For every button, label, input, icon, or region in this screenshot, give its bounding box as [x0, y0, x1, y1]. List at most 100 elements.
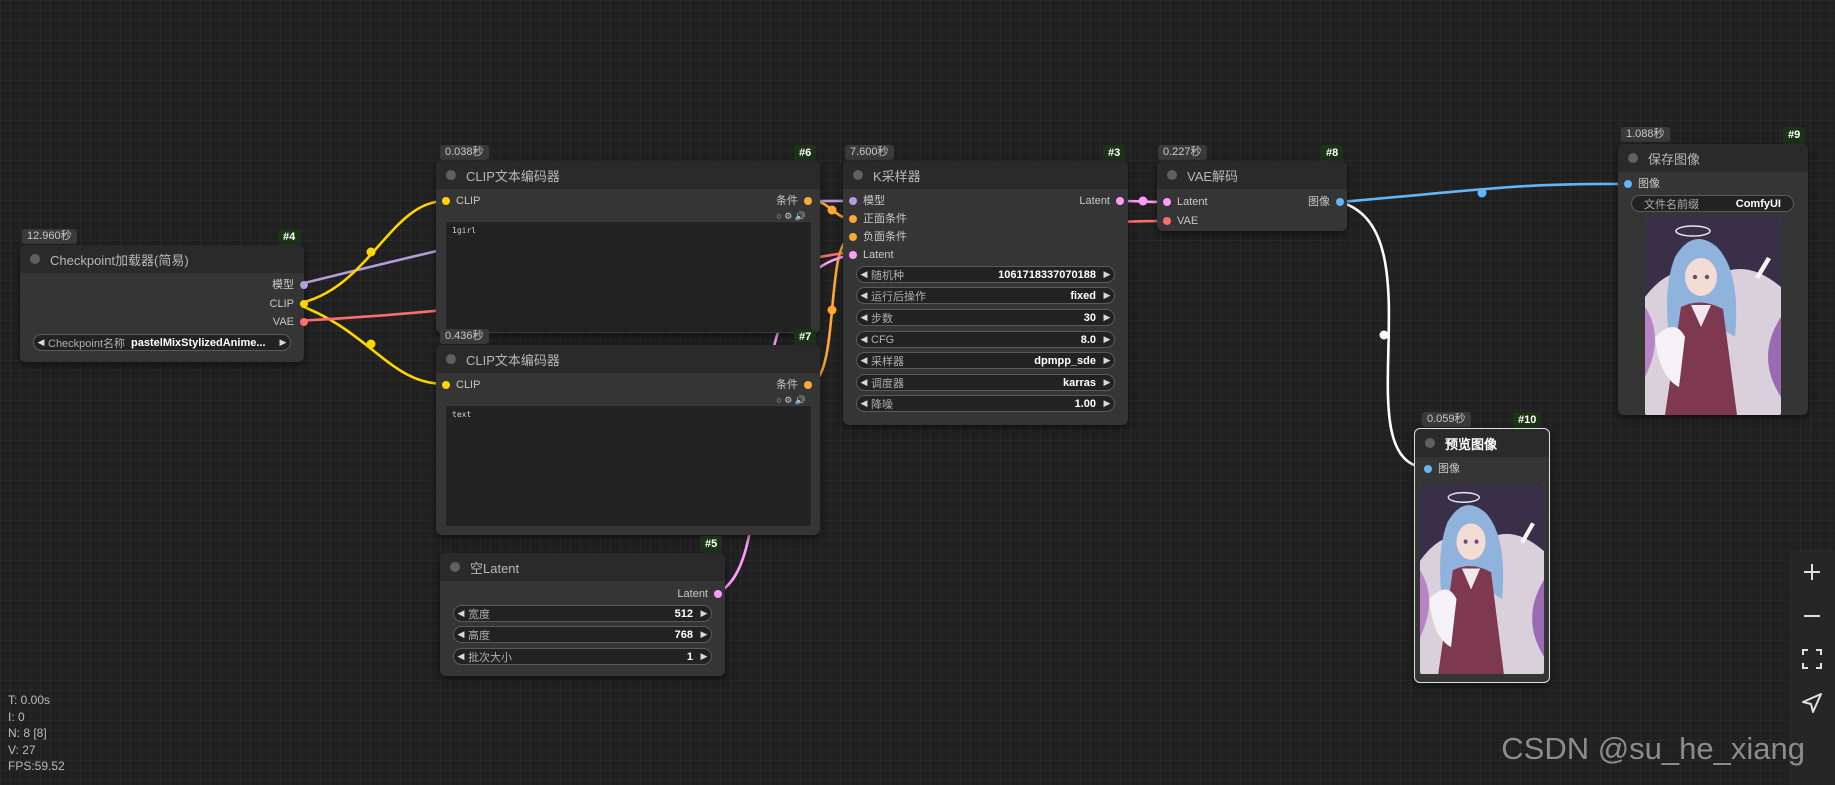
arrow-right-icon[interactable]: ▶ — [1100, 355, 1114, 366]
widget-denoise[interactable]: ◀ 降噪 1.00 ▶ — [856, 395, 1115, 412]
arrow-left-icon[interactable]: ◀ — [454, 629, 468, 640]
node-id: #9 — [1783, 127, 1806, 144]
collapse-dot-icon[interactable] — [1167, 170, 1177, 180]
node-id: #5 — [700, 536, 723, 553]
widget-sampler[interactable]: ◀ 采样器 dpmpp_sde ▶ — [856, 352, 1115, 369]
exec-time: 0.059秒 — [1422, 412, 1471, 427]
arrow-right-icon[interactable]: ▶ — [1100, 377, 1114, 388]
output-vae[interactable]: VAE — [273, 315, 308, 329]
widget-seed[interactable]: ◀ 随机种 1061718337070188 ▶ — [856, 266, 1115, 283]
collapse-dot-icon[interactable] — [853, 170, 863, 180]
input-negative[interactable]: 负面条件 — [849, 230, 907, 244]
widget-checkpoint-name[interactable]: ◀ Checkpoint名称 pastelMixStylizedAnime...… — [33, 334, 291, 351]
arrow-left-icon[interactable]: ◀ — [857, 355, 871, 366]
anime-girl-image — [1645, 217, 1781, 415]
widget-height[interactable]: ◀ 高度 768 ▶ — [453, 626, 712, 643]
widget-filename-prefix[interactable]: 文件名前缀 ComfyUI — [1631, 195, 1794, 212]
arrow-right-icon[interactable]: ▶ — [276, 337, 290, 348]
node-id: #4 — [278, 229, 301, 246]
prompt-textarea[interactable]: text — [445, 405, 812, 527]
widget-batch-size[interactable]: ◀ 批次大小 1 ▶ — [453, 648, 712, 665]
zoom-out-button[interactable] — [1789, 597, 1835, 637]
arrow-right-icon[interactable]: ▶ — [1100, 269, 1114, 280]
input-positive[interactable]: 正面条件 — [849, 212, 907, 226]
arrow-right-icon[interactable]: ▶ — [1100, 334, 1114, 345]
input-latent[interactable]: Latent — [1163, 195, 1208, 209]
output-conditioning[interactable]: 条件 — [776, 378, 812, 392]
widget-steps[interactable]: ◀ 步数 30 ▶ — [856, 309, 1115, 326]
arrow-right-icon[interactable]: ▶ — [697, 651, 711, 662]
fit-view-button[interactable] — [1789, 641, 1835, 681]
navigate-button[interactable] — [1789, 685, 1835, 725]
prompt-textarea[interactable]: 1girl — [445, 221, 812, 333]
output-latent[interactable]: Latent — [677, 587, 722, 601]
node-title-bar[interactable]: 预览图像 — [1415, 429, 1549, 457]
arrow-right-icon[interactable]: ▶ — [697, 629, 711, 640]
widget-control-after-generate[interactable]: ◀ 运行后操作 fixed ▶ — [856, 287, 1115, 304]
input-clip[interactable]: CLIP — [442, 194, 480, 208]
node-id: #7 — [794, 329, 817, 346]
arrow-left-icon[interactable]: ◀ — [34, 337, 48, 348]
output-image[interactable]: 图像 — [1308, 195, 1344, 209]
input-vae[interactable]: VAE — [1163, 214, 1198, 228]
arrow-left-icon[interactable]: ◀ — [857, 290, 871, 301]
node-title-bar[interactable]: Checkpoint加载器(简易) — [20, 245, 304, 273]
arrow-right-icon[interactable]: ▶ — [697, 608, 711, 619]
exec-time: 7.600秒 — [845, 145, 894, 160]
plus-icon — [1802, 558, 1822, 589]
widget-cfg[interactable]: ◀ CFG 8.0 ▶ — [856, 331, 1115, 348]
output-latent[interactable]: Latent — [1079, 194, 1124, 208]
node-title-bar[interactable]: CLIP文本编码器 — [436, 161, 820, 189]
arrow-right-icon[interactable]: ▶ — [1100, 398, 1114, 409]
arrow-left-icon[interactable]: ◀ — [857, 312, 871, 323]
collapse-dot-icon[interactable] — [446, 354, 456, 364]
node-title: 保存图像 — [1648, 151, 1701, 167]
node-title-bar[interactable]: 空Latent — [440, 553, 725, 581]
node-title-bar[interactable]: 保存图像 — [1618, 144, 1808, 172]
widget-scheduler[interactable]: ◀ 调度器 karras ▶ — [856, 374, 1115, 391]
arrow-right-icon[interactable]: ▶ — [1100, 312, 1114, 323]
exec-time: 1.088秒 — [1621, 127, 1670, 142]
arrow-left-icon[interactable]: ◀ — [857, 377, 871, 388]
node-id: #8 — [1321, 145, 1344, 162]
arrow-right-icon[interactable]: ▶ — [1100, 290, 1114, 301]
input-clip[interactable]: CLIP — [442, 378, 480, 392]
node-id: #3 — [1103, 145, 1126, 162]
collapse-dot-icon[interactable] — [1628, 153, 1638, 163]
widget-width[interactable]: ◀ 宽度 512 ▶ — [453, 605, 712, 622]
collapse-dot-icon[interactable] — [1425, 438, 1435, 448]
stat-fps: FPS:59.52 — [8, 759, 65, 773]
input-image[interactable]: 图像 — [1624, 177, 1660, 191]
minus-icon — [1802, 602, 1822, 633]
output-clip[interactable]: CLIP — [270, 297, 308, 311]
node-title: CLIP文本编码器 — [466, 168, 560, 184]
collapse-dot-icon[interactable] — [446, 170, 456, 180]
node-title: Checkpoint加载器(简易) — [50, 252, 189, 268]
input-latent[interactable]: Latent — [849, 248, 894, 262]
arrow-left-icon[interactable]: ◀ — [857, 398, 871, 409]
output-model[interactable]: 模型 — [272, 278, 308, 292]
node-title: VAE解码 — [1187, 168, 1239, 184]
preview-image-thumbnail[interactable] — [1420, 484, 1544, 674]
node-title-bar[interactable]: K采样器 — [843, 161, 1128, 189]
watermark-text: CSDN @su_he_xiang — [1501, 731, 1805, 766]
node-title: K采样器 — [873, 168, 921, 184]
arrow-left-icon[interactable]: ◀ — [454, 608, 468, 619]
arrow-left-icon[interactable]: ◀ — [454, 651, 468, 662]
zoom-in-button[interactable] — [1789, 553, 1835, 593]
node-title-bar[interactable]: CLIP文本编码器 — [436, 345, 820, 373]
output-conditioning[interactable]: 条件 — [776, 194, 812, 208]
node-title-bar[interactable]: VAE解码 — [1157, 161, 1347, 189]
collapse-dot-icon[interactable] — [450, 562, 460, 572]
collapse-dot-icon[interactable] — [30, 254, 40, 264]
stat-nodes: N: 8 [8] — [8, 726, 47, 740]
input-model[interactable]: 模型 — [849, 194, 885, 208]
stat-i: I: 0 — [8, 709, 25, 724]
arrow-left-icon[interactable]: ◀ — [857, 269, 871, 280]
output-image-thumbnail[interactable] — [1645, 217, 1781, 415]
navigate-icon — [1801, 690, 1823, 721]
exec-time: 0.227秒 — [1158, 145, 1207, 160]
stat-time: T: 0.00s — [8, 693, 51, 707]
input-image[interactable]: 图像 — [1424, 462, 1460, 476]
arrow-left-icon[interactable]: ◀ — [857, 334, 871, 345]
